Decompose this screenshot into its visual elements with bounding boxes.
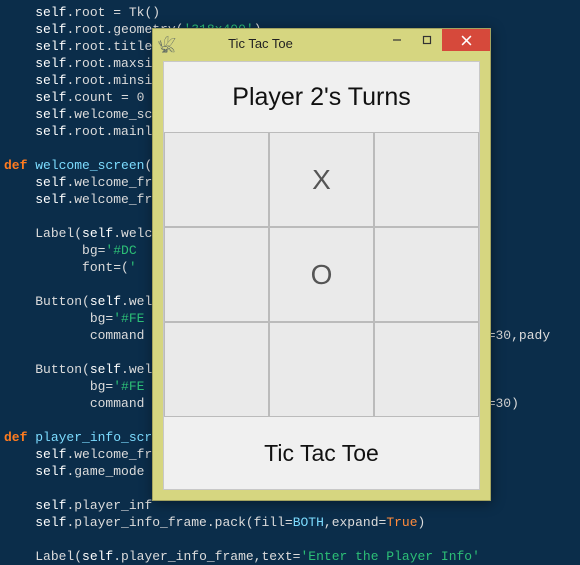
maximize-button[interactable]: [412, 29, 442, 51]
board-cell-0-2[interactable]: [374, 132, 479, 227]
titlebar[interactable]: 𓆤 Tic Tac Toe: [153, 29, 490, 57]
window-title: Tic Tac Toe: [179, 36, 382, 51]
board-cell-2-0[interactable]: [164, 322, 269, 417]
close-button[interactable]: [442, 29, 490, 51]
app-window: 𓆤 Tic Tac Toe Player 2's Turns XO Tic Ta…: [152, 28, 491, 501]
status-label: Player 2's Turns: [164, 62, 479, 132]
board-cell-1-0[interactable]: [164, 227, 269, 322]
feather-icon: 𓆤: [159, 35, 175, 51]
window-controls: [382, 29, 490, 51]
board-cell-2-2[interactable]: [374, 322, 479, 417]
board-cell-0-1[interactable]: X: [269, 132, 374, 227]
footer-label: Tic Tac Toe: [164, 417, 479, 489]
board-cell-0-0[interactable]: [164, 132, 269, 227]
minimize-button[interactable]: [382, 29, 412, 51]
client-area: Player 2's Turns XO Tic Tac Toe: [163, 61, 480, 490]
board-cell-1-1[interactable]: O: [269, 227, 374, 322]
board-cell-1-2[interactable]: [374, 227, 479, 322]
board-cell-2-1[interactable]: [269, 322, 374, 417]
game-board: XO: [164, 132, 479, 417]
